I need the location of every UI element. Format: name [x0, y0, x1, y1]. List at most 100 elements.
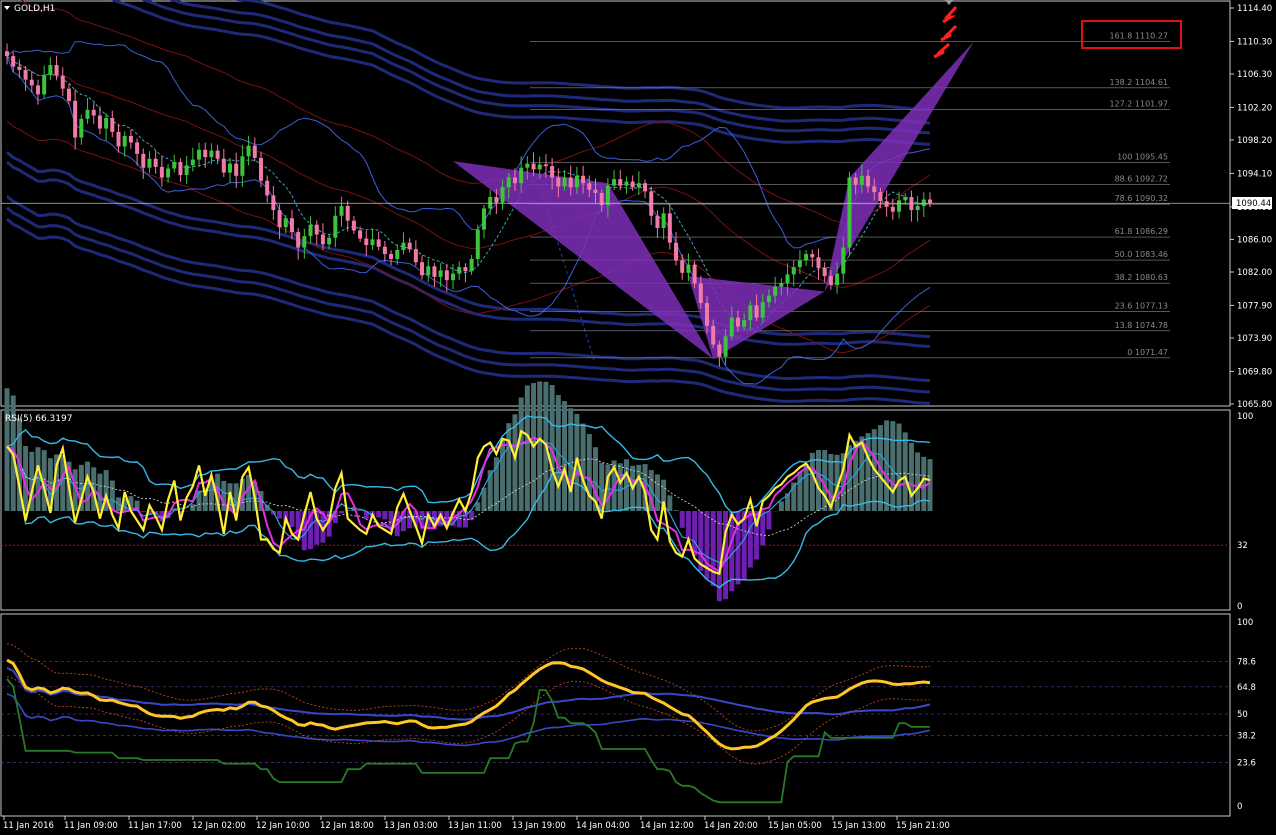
rsi-histogram-bar: [890, 421, 895, 511]
candle-body: [519, 168, 523, 183]
candle-body: [364, 239, 368, 246]
osc-panel-frame: [1, 614, 1230, 816]
osc-axis-label: 78.6: [1237, 657, 1256, 667]
candle-body: [123, 136, 127, 147]
chart-window[interactable]: 161.8 1110.27138.2 1104.61127.2 1101.971…: [0, 0, 1276, 831]
candle-body: [494, 197, 498, 203]
candle-body: [383, 247, 387, 254]
fib-level-label: 127.2 1101.97: [1109, 99, 1168, 108]
rsi-histogram-bar: [382, 511, 387, 519]
current-price-label: 1090.44: [1236, 199, 1271, 209]
candle-body: [829, 276, 833, 285]
candle-body: [513, 177, 517, 183]
candle-body: [563, 177, 567, 186]
candle-body: [674, 243, 678, 261]
price-axis-label: 1102.20: [1237, 103, 1272, 113]
rsi-histogram-bar: [711, 511, 716, 586]
chart-canvas[interactable]: 161.8 1110.27138.2 1104.61127.2 1101.971…: [0, 0, 1276, 831]
candle-body: [501, 187, 505, 202]
candle-body: [30, 80, 34, 86]
candle-body: [928, 199, 932, 203]
candle-body: [432, 266, 436, 277]
candle-body: [209, 151, 213, 158]
candle-body: [11, 56, 15, 67]
candle-body: [172, 162, 176, 169]
price-axis-label: 1106.30: [1237, 70, 1272, 80]
candle-body: [296, 232, 300, 247]
candle-body: [847, 177, 851, 247]
rsi-histogram-bar: [674, 510, 679, 511]
candle-body: [618, 179, 622, 186]
candle-body: [891, 207, 895, 212]
rsi-histogram-bar: [903, 432, 908, 511]
candle-body: [222, 159, 226, 173]
candle-body: [48, 65, 52, 75]
candle-body: [321, 235, 325, 245]
chart-menu-arrow-icon[interactable]: [4, 6, 10, 10]
candle-body: [166, 169, 170, 178]
candle-body: [575, 176, 579, 187]
fib-level-label: 0 1071.47: [1127, 348, 1168, 357]
candle-body: [185, 165, 189, 175]
rsi-histogram-bar: [289, 511, 294, 527]
red-arrow-icon: [943, 7, 956, 22]
price-axis-label: 1069.80: [1237, 367, 1272, 377]
candle-body: [916, 206, 920, 210]
candle-body: [79, 119, 83, 138]
rsi-histogram-bar: [822, 450, 827, 511]
time-axis-label: 14 Jan 12:00: [640, 821, 694, 831]
time-axis-label: 14 Jan 04:00: [576, 821, 630, 831]
candle-body: [532, 164, 536, 170]
rsi-histogram-bar: [141, 511, 146, 512]
candle-body: [779, 283, 783, 286]
rsi-histogram-bar: [804, 464, 809, 511]
rsi-histogram-bar: [500, 438, 505, 511]
rsi-histogram-bar: [624, 459, 629, 511]
price-axis-label: 1082.00: [1237, 268, 1272, 278]
time-axis-label: 14 Jan 20:00: [704, 821, 758, 831]
candle-body: [36, 85, 40, 94]
candle-body: [872, 186, 876, 192]
rsi-histogram-bar: [779, 501, 784, 511]
candle-body: [401, 243, 405, 250]
candle-body: [73, 101, 77, 138]
candle-body: [141, 154, 145, 168]
candle-body: [439, 270, 443, 277]
candle-body: [878, 192, 882, 201]
candle-body: [693, 265, 697, 284]
candle-body: [160, 167, 164, 178]
rsi-histogram-bar: [921, 457, 926, 511]
candle-body: [290, 218, 294, 232]
candle-body: [426, 266, 430, 275]
candle-body: [587, 183, 591, 190]
candle-body: [786, 274, 790, 283]
rsi-histogram-bar: [512, 414, 517, 511]
candle-body: [507, 177, 511, 187]
time-axis-label: 11 Jan 2016: [3, 821, 54, 831]
candle-body: [835, 274, 839, 285]
fib-level-label: 161.8 1110.27: [1109, 32, 1168, 41]
candle-body: [203, 150, 207, 157]
candle-body: [538, 164, 542, 169]
rsi-histogram-bar: [562, 401, 567, 511]
price-axis-label: 1098.20: [1237, 136, 1272, 146]
rsi-axis-label: 100: [1237, 412, 1253, 422]
candle-body: [445, 270, 449, 280]
candle-body: [178, 162, 182, 175]
time-axis-label: 13 Jan 11:00: [448, 821, 502, 831]
candle-body: [550, 166, 554, 177]
channel-band-line: [7, 0, 930, 110]
candle-body: [761, 302, 765, 317]
candle-body: [686, 265, 690, 273]
candle-body: [470, 259, 474, 271]
osc-axis-label: 0: [1237, 802, 1242, 812]
candle-body: [5, 51, 9, 56]
candle-body: [110, 118, 114, 132]
candle-body: [191, 160, 195, 166]
time-axis-label: 15 Jan 21:00: [896, 821, 950, 831]
candle-body: [854, 177, 858, 184]
rsi-histogram-bar: [376, 511, 381, 517]
candle-body: [457, 267, 461, 274]
rsi-histogram-bar: [797, 472, 802, 511]
rsi-histogram-bar: [221, 481, 226, 511]
